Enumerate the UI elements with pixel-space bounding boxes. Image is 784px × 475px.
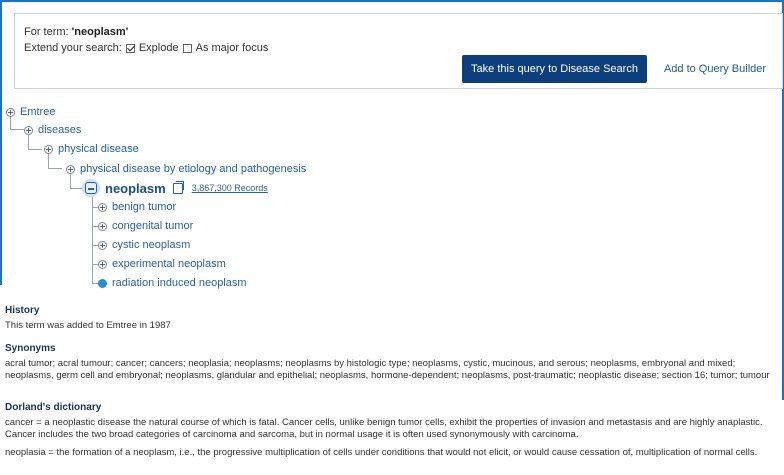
frame-top-border xyxy=(0,0,784,2)
search-term: 'neoplasm' xyxy=(71,26,129,38)
tree-node-child[interactable]: benign tumor xyxy=(98,201,176,213)
tree-node-emtree[interactable]: Emtree xyxy=(6,106,55,118)
expand-icon[interactable] xyxy=(44,144,53,154)
dorland-section: Dorland's dictionary cancer = a neoplast… xyxy=(5,402,780,465)
query-panel: For term: 'neoplasm' Extend your search:… xyxy=(14,13,783,89)
add-to-query-builder-button[interactable]: Add to Query Builder xyxy=(653,55,777,83)
tree-node-label[interactable]: physical disease xyxy=(58,143,139,155)
explode-label: Explode xyxy=(138,42,179,54)
tree-node-label[interactable]: experimental neoplasm xyxy=(112,258,226,270)
expand-icon[interactable] xyxy=(98,221,107,231)
expand-icon[interactable] xyxy=(98,259,107,269)
expand-icon[interactable] xyxy=(66,164,75,174)
expand-icon[interactable] xyxy=(6,107,15,117)
tree-node-child[interactable]: experimental neoplasm xyxy=(98,258,226,270)
tree-connector xyxy=(28,135,29,149)
tree-node-label[interactable]: physical disease by etiology and pathoge… xyxy=(80,163,306,175)
tree-node-child[interactable]: cystic neoplasm xyxy=(98,239,190,251)
tree-connector xyxy=(70,188,82,189)
tree-connector xyxy=(28,149,42,150)
tree-node-label[interactable]: diseases xyxy=(38,124,81,136)
tree-node-etiology[interactable]: physical disease by etiology and pathoge… xyxy=(66,163,306,175)
dorland-neoplasia-definition: neoplasia = the formation of a neoplasm,… xyxy=(5,447,758,458)
extend-label: Extend your search: xyxy=(24,42,122,54)
major-focus-label: As major focus xyxy=(195,42,269,54)
tree-node-label[interactable]: congenital tumor xyxy=(112,220,193,232)
expand-icon[interactable] xyxy=(98,240,107,250)
tree-connector xyxy=(10,129,24,130)
expand-icon[interactable] xyxy=(24,125,33,135)
tree-connector xyxy=(92,197,93,283)
synonyms-section: Synonyms acral tumor; acral tumour; canc… xyxy=(5,343,780,388)
disease-search-button[interactable]: Take this query to Disease Search xyxy=(462,55,647,83)
tree-node-label[interactable]: Emtree xyxy=(20,106,55,118)
for-term-prefix: For term: xyxy=(24,26,72,38)
tree-node-diseases[interactable]: diseases xyxy=(24,124,81,136)
collapse-icon[interactable] xyxy=(82,179,100,197)
current-term-label: neoplasm xyxy=(105,180,166,196)
tree-node-label[interactable]: cystic neoplasm xyxy=(112,239,190,251)
leaf-dot-icon xyxy=(98,278,107,288)
tree-node-label[interactable]: benign tumor xyxy=(112,201,176,213)
dorland-heading: Dorland's dictionary xyxy=(5,402,102,413)
major-focus-checkbox[interactable] xyxy=(182,43,192,53)
tree-connector xyxy=(48,154,49,168)
tree-node-child[interactable]: radiation induced neoplasm xyxy=(98,277,247,289)
tree-node-label[interactable]: radiation induced neoplasm xyxy=(112,277,247,289)
expand-icon[interactable] xyxy=(98,202,107,212)
minus-icon xyxy=(85,182,97,194)
tree-node-current-neoplasm: neoplasm 3,867,300 Records xyxy=(82,179,268,197)
for-term-line: For term: 'neoplasm' xyxy=(24,26,128,38)
emtree-hierarchy: Emtree diseases physical disease physica… xyxy=(0,100,784,300)
tree-node-physical-disease[interactable]: physical disease xyxy=(44,143,139,155)
synonyms-text: acral tumor; acral tumour; cancer; cance… xyxy=(5,358,770,381)
synonyms-heading: Synonyms xyxy=(5,343,56,354)
explode-checkbox[interactable] xyxy=(125,43,135,53)
copy-icon[interactable] xyxy=(172,180,184,194)
extend-search-row: Extend your search: Explode As major foc… xyxy=(24,42,268,54)
records-link[interactable]: 3,867,300 Records xyxy=(192,183,268,193)
tree-node-child[interactable]: congenital tumor xyxy=(98,220,193,232)
history-section: History This term was added to Emtree in… xyxy=(5,305,780,338)
history-heading: History xyxy=(5,305,40,316)
tree-connector xyxy=(70,174,71,188)
tree-connector xyxy=(48,168,62,169)
history-text: This term was added to Emtree in 1987 xyxy=(5,320,171,331)
dorland-cancer-definition: cancer = a neoplastic disease the natura… xyxy=(5,417,763,440)
